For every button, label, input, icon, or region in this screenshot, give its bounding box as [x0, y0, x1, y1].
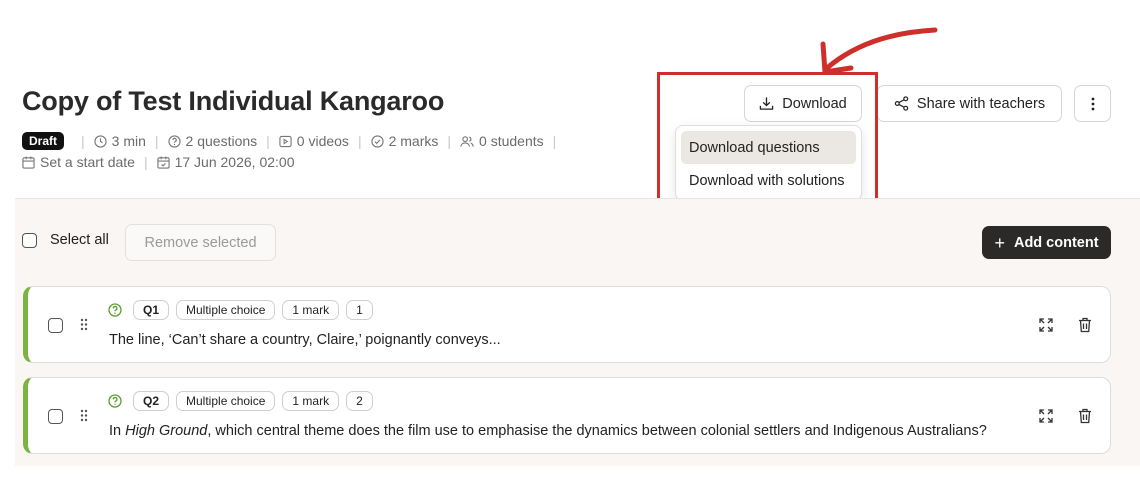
start-date-link[interactable]: Set a start date	[22, 154, 135, 170]
question-type-chip: Multiple choice	[176, 300, 276, 320]
calendar-icon	[22, 155, 35, 169]
select-all-label: Select all	[50, 232, 109, 248]
question-type-icon	[108, 303, 122, 317]
vertical-dots-icon	[1091, 97, 1094, 110]
check-circle-icon	[370, 134, 384, 148]
question-tags: Q1 Multiple choice 1 mark 1	[108, 300, 380, 320]
question-type-chip: Multiple choice	[176, 391, 276, 411]
questions-text: 2 questions	[185, 133, 258, 149]
select-all-checkbox[interactable]: Select all	[22, 232, 109, 248]
end-date: 17 Jun 2026, 02:00	[156, 154, 295, 170]
questions-meta: 2 questions	[167, 133, 258, 149]
question-text-part: In	[109, 423, 126, 439]
marks-text: 2 marks	[388, 133, 439, 149]
add-content-button[interactable]: + Add content	[982, 226, 1111, 259]
film-title: High Ground	[125, 423, 208, 439]
plus-icon: +	[994, 232, 1005, 253]
duration-meta: 3 min	[94, 133, 146, 149]
question-checkbox[interactable]	[48, 318, 63, 333]
share-icon	[894, 96, 909, 111]
question-type-icon	[108, 394, 122, 408]
question-position-chip: 2	[346, 391, 373, 411]
question-card[interactable]: Q2 Multiple choice 1 mark 2 In High Grou…	[23, 377, 1111, 454]
videos-text: 0 videos	[296, 133, 349, 149]
divider: |	[81, 133, 85, 149]
marks-meta: 2 marks	[370, 133, 439, 149]
question-card[interactable]: Q1 Multiple choice 1 mark 1 The line, ‘C…	[23, 286, 1111, 363]
remove-selected-button[interactable]: Remove selected	[125, 224, 276, 261]
question-text: In High Ground, which central theme does…	[109, 423, 987, 439]
users-icon	[460, 135, 474, 147]
question-checkbox[interactable]	[48, 409, 63, 424]
question-circle-icon	[167, 134, 181, 148]
drag-handle-icon[interactable]	[80, 318, 88, 331]
end-date-text: 17 Jun 2026, 02:00	[174, 154, 295, 170]
share-label: Share with teachers	[916, 95, 1046, 112]
start-date-text: Set a start date	[40, 154, 135, 170]
question-marks-chip: 1 mark	[282, 391, 340, 411]
share-button[interactable]: Share with teachers	[877, 85, 1062, 122]
divider: |	[447, 133, 452, 149]
question-text: The line, ‘Can’t share a country, Claire…	[109, 332, 501, 348]
schedule-meta: Set a start date | 17 Jun 2026, 02:00	[22, 154, 294, 170]
add-content-label: Add content	[1013, 234, 1099, 251]
annotation-highlight-box	[657, 72, 878, 213]
trash-icon[interactable]	[1078, 317, 1092, 333]
expand-icon[interactable]	[1038, 408, 1054, 424]
calendar-check-icon	[156, 155, 170, 169]
duration-text: 3 min	[111, 133, 146, 149]
assessment-meta: Draft | 3 min | 2 questions | 0 videos |…	[22, 132, 565, 150]
divider: |	[357, 133, 362, 149]
checkbox[interactable]	[22, 232, 37, 248]
students-meta: 0 students	[460, 133, 544, 149]
trash-icon[interactable]	[1078, 408, 1092, 424]
clock-icon	[94, 134, 107, 148]
question-position-chip: 1	[346, 300, 373, 320]
status-badge: Draft	[22, 132, 65, 150]
divider: |	[266, 133, 270, 149]
more-options-button[interactable]	[1074, 85, 1111, 122]
drag-handle-icon[interactable]	[80, 409, 88, 422]
video-icon	[279, 135, 292, 147]
question-marks-chip: 1 mark	[282, 300, 340, 320]
divider: |	[143, 154, 148, 170]
page-title: Copy of Test Individual Kangaroo	[22, 86, 445, 116]
divider: |	[154, 133, 159, 149]
annotation-arrow	[820, 27, 938, 75]
divider: |	[552, 133, 557, 149]
question-text-part: , which central theme does the film use …	[207, 423, 987, 439]
question-number-chip: Q1	[133, 300, 170, 320]
expand-icon[interactable]	[1038, 317, 1054, 333]
question-tags: Q2 Multiple choice 1 mark 2	[108, 391, 380, 411]
question-number-chip: Q2	[133, 391, 170, 411]
students-text: 0 students	[479, 133, 544, 149]
videos-meta: 0 videos	[279, 133, 349, 149]
